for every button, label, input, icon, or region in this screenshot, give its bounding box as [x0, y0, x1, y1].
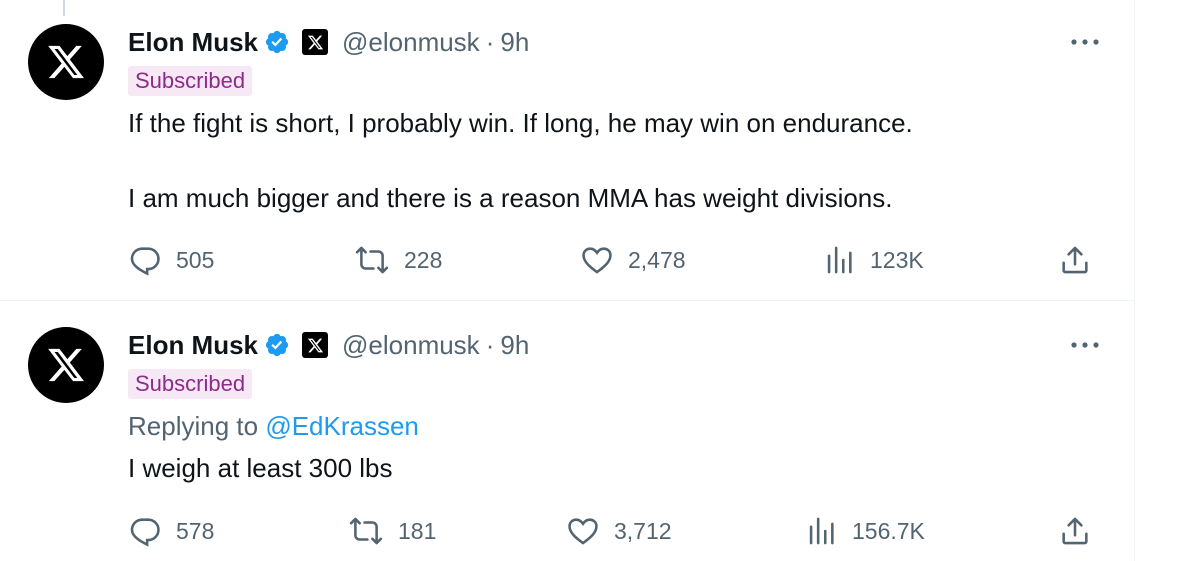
repost-count: 228: [404, 246, 443, 273]
views-count: 123K: [870, 246, 924, 273]
views-button[interactable]: 123K: [822, 240, 924, 280]
verified-badge-icon[interactable]: [264, 29, 290, 55]
views-icon: [809, 517, 834, 545]
replying-to-label: Replying to: [128, 411, 266, 441]
share-button[interactable]: [1058, 240, 1092, 280]
like-count: 3,712: [614, 517, 672, 544]
reply-button[interactable]: 505: [128, 240, 214, 280]
reply-count: 505: [176, 246, 215, 273]
like-button[interactable]: 2,478: [580, 240, 686, 280]
x-logo-icon: [48, 348, 84, 382]
x-affiliate-icon[interactable]: [302, 29, 329, 55]
author-name[interactable]: Elon Musk: [128, 330, 258, 361]
timeline: Elon Musk @elonmusk · 9h Subscribed If t…: [0, 0, 1135, 561]
tweet-text-line: I am much bigger and there is a reason M…: [128, 183, 893, 213]
author-handle[interactable]: @elonmusk: [342, 27, 480, 58]
x-affiliate-icon[interactable]: [302, 332, 329, 358]
more-dots-icon[interactable]: [1068, 30, 1102, 54]
tweet-actions: 578 181 3,712 156.7K: [0, 511, 1134, 551]
heart-icon: [568, 518, 598, 545]
author-name[interactable]: Elon Musk: [128, 27, 258, 58]
repost-count: 181: [398, 517, 437, 544]
share-button[interactable]: [1058, 511, 1092, 551]
separator-dot: ·: [485, 26, 495, 57]
tweet-text-line: I weigh at least 300 lbs: [128, 453, 393, 483]
reply-icon: [130, 518, 160, 547]
tweet[interactable]: Elon Musk @elonmusk · 9h Subscribed If t…: [0, 0, 1134, 301]
separator-dot: ·: [485, 329, 495, 360]
tweet-actions: 505 228 2,478 123K: [0, 240, 1134, 280]
tweet[interactable]: Elon Musk @elonmusk · 9h Subscribed Repl…: [0, 301, 1134, 561]
mention-link[interactable]: @EdKrassen: [265, 411, 419, 441]
tweet-header: Elon Musk @elonmusk · 9h: [128, 22, 529, 62]
tweet-text-line: If the fight is short, I probably win. I…: [128, 108, 913, 138]
repost-button[interactable]: 181: [348, 511, 436, 551]
repost-button[interactable]: 228: [354, 240, 442, 280]
avatar[interactable]: [28, 24, 104, 100]
subscribed-badge: Subscribed: [128, 66, 253, 96]
repost-icon: [355, 246, 389, 274]
reply-button[interactable]: 578: [128, 511, 214, 551]
views-icon: [827, 246, 852, 274]
timestamp[interactable]: 9h: [500, 27, 529, 58]
avatar[interactable]: [28, 327, 104, 403]
views-button[interactable]: 156.7K: [804, 511, 925, 551]
replying-to: Replying to @EdKrassen: [128, 411, 419, 442]
heart-icon: [582, 247, 612, 274]
views-count: 156.7K: [852, 517, 925, 544]
reply-count: 578: [176, 517, 215, 544]
tweet-header: Elon Musk @elonmusk · 9h: [128, 325, 529, 365]
timestamp[interactable]: 9h: [500, 330, 529, 361]
share-icon: [1062, 246, 1088, 274]
reply-icon: [130, 247, 160, 276]
subscribed-badge: Subscribed: [128, 369, 253, 399]
x-logo-icon: [48, 45, 84, 79]
author-handle[interactable]: @elonmusk: [342, 330, 480, 361]
like-count: 2,478: [628, 246, 686, 273]
scrollbar[interactable]: [1178, 0, 1200, 561]
share-icon: [1062, 517, 1088, 545]
like-button[interactable]: 3,712: [566, 511, 672, 551]
verified-badge-icon[interactable]: [264, 332, 290, 358]
more-dots-icon[interactable]: [1068, 333, 1102, 357]
repost-icon: [349, 517, 383, 545]
